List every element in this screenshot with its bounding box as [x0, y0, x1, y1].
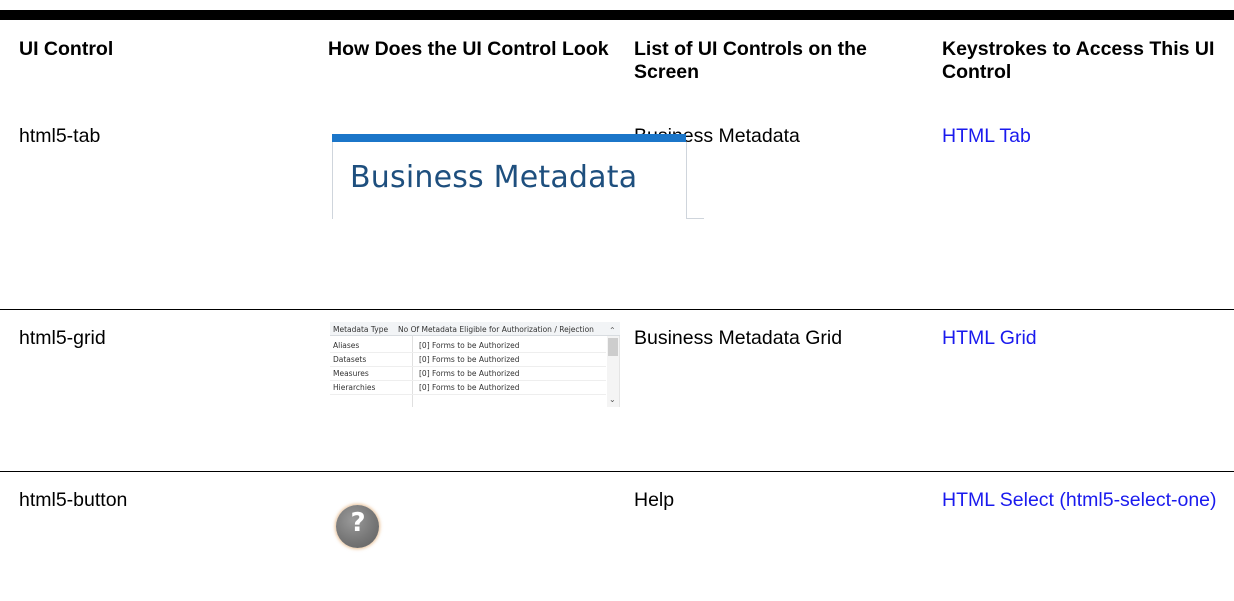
grid-cell: Hierarchies [333, 383, 376, 392]
grid-col-header: No Of Metadata Eligible for Authorizatio… [398, 325, 594, 334]
grid-cell: [0] Forms to be Authorized [419, 369, 520, 378]
grid-cell: Datasets [333, 355, 367, 364]
grid-cell: [0] Forms to be Authorized [419, 383, 520, 392]
grid-row-divider [330, 366, 606, 367]
grid-row-divider [330, 394, 606, 395]
cell-keystrokes: HTML Select (html5-select-one) [942, 489, 1234, 512]
cell-ui-control: html5-button [19, 489, 128, 511]
document-page: UI Control How Does the UI Control Look … [0, 0, 1234, 601]
business-metadata-tab-preview: Business Metadata [332, 134, 708, 239]
table-header-row: UI Control How Does the UI Control Look … [0, 20, 1234, 108]
scroll-down-icon: ⌄ [609, 395, 616, 404]
grid-scroll-thumb [608, 338, 618, 356]
grid-cell: [0] Forms to be Authorized [419, 355, 520, 364]
scroll-up-icon: ⌃ [609, 326, 616, 335]
grid-col-header: Metadata Type [333, 325, 389, 334]
tab-label: Business Metadata [350, 160, 638, 195]
html-tab-link[interactable]: HTML Tab [942, 125, 1031, 147]
cell-ui-control: html5-tab [19, 125, 101, 147]
grid-row-divider [330, 380, 606, 381]
grid-column-divider [412, 336, 413, 407]
header-keystrokes: Keystrokes to Access This UI Control [942, 38, 1215, 83]
html-select-link[interactable]: HTML Select (html5-select-one) [942, 489, 1217, 511]
cell-screen-controls: Business Metadata Grid [634, 327, 843, 349]
help-glyph: ? [350, 508, 366, 538]
header-ui-control: UI Control [19, 38, 114, 60]
grid-cell: Measures [333, 369, 369, 378]
help-button-preview: ? [334, 503, 384, 549]
grid-cell: [0] Forms to be Authorized [419, 341, 520, 350]
tab-active-indicator [332, 134, 686, 142]
tab-right-border [686, 142, 687, 219]
grid-cell: Aliases [333, 341, 360, 350]
business-metadata-grid-preview: Metadata Type No Of Metadata Eligible fo… [330, 322, 620, 407]
header-controls-on-screen: List of UI Controls on the Screen [634, 38, 867, 83]
header-control-look: How Does the UI Control Look [328, 38, 609, 60]
grid-row-divider [330, 352, 606, 353]
table-top-rule [0, 10, 1234, 20]
cell-ui-control: html5-grid [19, 327, 106, 349]
tab-left-border [332, 142, 333, 219]
cell-screen-controls: Help [634, 489, 675, 511]
table-row: html5-button Help HTML Select (html5-sel… [0, 472, 1234, 601]
cell-keystrokes: HTML Tab [942, 125, 1234, 148]
tab-baseline [686, 218, 704, 219]
html-grid-link[interactable]: HTML Grid [942, 327, 1037, 349]
cell-keystrokes: HTML Grid [942, 327, 1234, 350]
